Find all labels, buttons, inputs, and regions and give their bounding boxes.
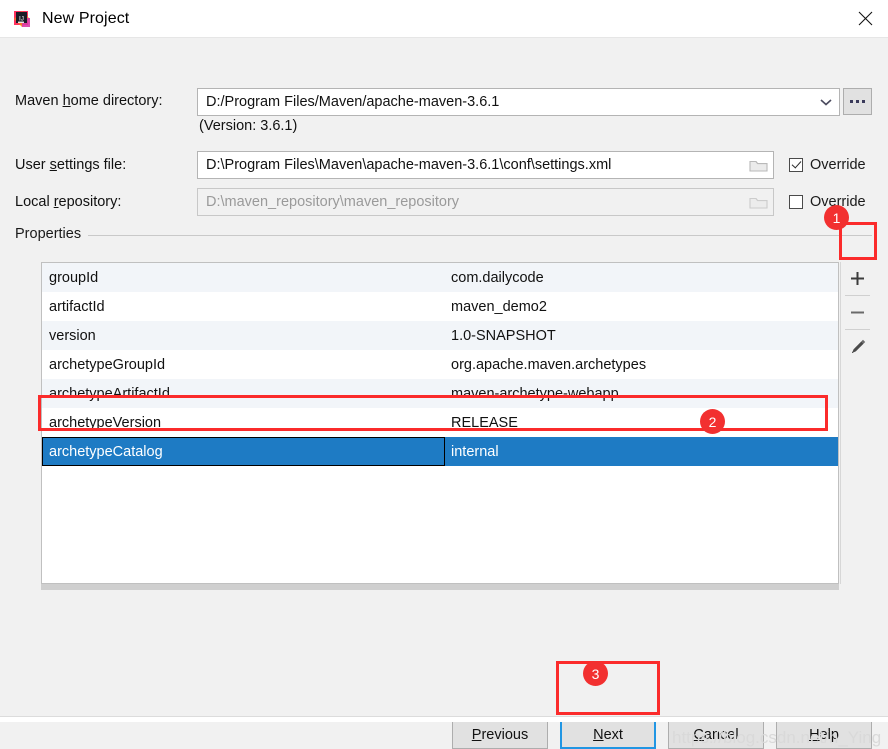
table-row[interactable]: archetypeCatalog internal xyxy=(42,437,838,466)
table-row[interactable]: artifactId maven_demo2 xyxy=(42,292,838,321)
close-icon[interactable] xyxy=(842,0,888,37)
add-property-button[interactable] xyxy=(841,262,874,295)
table-row[interactable]: archetypeArtifactId maven-archetype-webap… xyxy=(42,379,838,408)
ellipsis-icon xyxy=(850,100,865,103)
annotation-badge-2: 2 xyxy=(700,409,725,434)
property-key-cell[interactable]: archetypeArtifactId xyxy=(42,379,445,408)
next-button[interactable]: Next xyxy=(560,720,656,749)
cancel-button[interactable]: Cancel xyxy=(668,720,764,749)
user-settings-override-checkbox[interactable]: Override xyxy=(789,157,866,173)
window-title: New Project xyxy=(42,9,130,27)
folder-icon[interactable] xyxy=(743,152,773,178)
properties-group-divider xyxy=(88,235,872,236)
maven-home-browse-button[interactable] xyxy=(843,88,872,115)
checkbox-unchecked-icon xyxy=(789,195,803,209)
folder-icon xyxy=(743,189,773,215)
annotation-badge-3: 3 xyxy=(583,661,608,686)
user-settings-value: D:\Program Files\Maven\apache-maven-3.6.… xyxy=(206,157,612,173)
table-row[interactable]: archetypeGroupId org.apache.maven.archety… xyxy=(42,350,838,379)
property-value-cell[interactable]: internal xyxy=(445,437,838,466)
local-repository-label: Local repository: xyxy=(15,194,122,210)
property-value-cell[interactable]: com.dailycode xyxy=(445,263,838,292)
table-row[interactable]: version 1.0-SNAPSHOT xyxy=(42,321,838,350)
property-key-cell[interactable]: archetypeGroupId xyxy=(42,350,445,379)
maven-home-label: Maven home directory: xyxy=(15,93,163,109)
local-repository-value: D:\maven_repository\maven_repository xyxy=(206,194,460,210)
checkbox-checked-icon xyxy=(789,158,803,172)
title-bar: IJ New Project xyxy=(0,0,888,38)
edit-property-button[interactable] xyxy=(841,330,874,363)
properties-toolbar xyxy=(840,262,873,584)
annotation-badge-1: 1 xyxy=(824,205,849,230)
table-row[interactable]: groupId com.dailycode xyxy=(42,263,838,292)
svg-text:IJ: IJ xyxy=(19,15,24,22)
property-value-cell[interactable]: org.apache.maven.archetypes xyxy=(445,350,838,379)
property-key-cell[interactable]: archetypeCatalog xyxy=(42,437,445,466)
maven-version-note: (Version: 3.6.1) xyxy=(199,118,298,134)
property-value-cell[interactable]: maven_demo2 xyxy=(445,292,838,321)
dialog-body: Maven home directory: D:/Program Files/M… xyxy=(0,38,888,749)
maven-home-combobox[interactable]: D:/Program Files/Maven/apache-maven-3.6.… xyxy=(197,88,840,116)
property-key-cell[interactable]: archetypeVersion xyxy=(42,408,445,437)
property-value-cell[interactable]: maven-archetype-webapp xyxy=(445,379,838,408)
property-key-cell[interactable]: artifactId xyxy=(42,292,445,321)
chevron-down-icon[interactable] xyxy=(813,89,839,115)
user-settings-label: User settings file: xyxy=(15,157,127,173)
intellij-idea-icon: IJ xyxy=(13,10,31,28)
user-settings-override-label: Override xyxy=(810,157,866,173)
remove-property-button[interactable] xyxy=(841,296,874,329)
properties-group-label: Properties xyxy=(15,226,88,242)
window-bottom-edge xyxy=(0,716,888,722)
property-value-cell[interactable]: 1.0-SNAPSHOT xyxy=(445,321,838,350)
properties-table-scrollbar[interactable] xyxy=(41,584,839,590)
property-key-cell[interactable]: version xyxy=(42,321,445,350)
user-settings-field[interactable]: D:\Program Files\Maven\apache-maven-3.6.… xyxy=(197,151,774,179)
maven-home-value: D:/Program Files/Maven/apache-maven-3.6.… xyxy=(206,94,500,110)
help-button[interactable]: Help xyxy=(776,720,872,749)
local-repository-field[interactable]: D:\maven_repository\maven_repository xyxy=(197,188,774,216)
property-key-cell[interactable]: groupId xyxy=(42,263,445,292)
previous-button[interactable]: Previous xyxy=(452,720,548,749)
property-value-cell[interactable]: RELEASE xyxy=(445,408,838,437)
